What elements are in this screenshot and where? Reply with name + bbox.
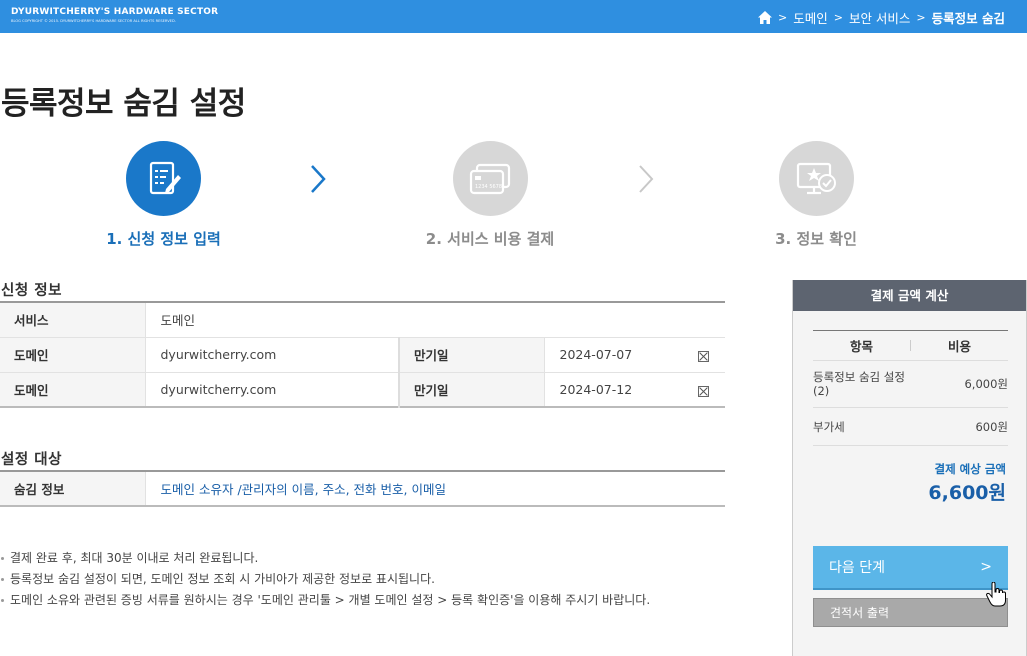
domain-value: dyurwitcherry.com (145, 337, 399, 373)
application-info-table: 서비스 도메인 도메인 dyurwitcherry.com 만기일 2024-0… (0, 301, 725, 408)
application-info-title: 신청 정보 (1, 283, 62, 299)
print-quote-button[interactable]: 견적서 출력 (813, 598, 1008, 627)
step-3-label: 3. 정보 확인 (775, 230, 857, 248)
hide-info-value: 도메인 소유자 /관리자의 이름, 주소, 전화 번호, 이메일 (160, 482, 446, 497)
payment-summary-title: 결제 금액 계산 (793, 280, 1026, 311)
cost-item-value: 6,000원 (964, 377, 1008, 391)
breadcrumb-item-domain[interactable]: 도메인 (793, 8, 828, 27)
expiry-value: 2024-07-07 (559, 347, 633, 362)
top-bar: DYURWITCHERRY'S HARDWARE SECTOR BLOG COP… (0, 0, 1027, 33)
expiry-label: 만기일 (398, 337, 545, 373)
cost-row: 부가세 600원 (813, 408, 1008, 446)
service-value: 도메인 (145, 302, 725, 338)
next-step-label: 다음 단계 (829, 560, 885, 576)
domain-value: dyurwitcherry.com (160, 381, 277, 397)
monitor-check-icon (796, 162, 836, 194)
expiry-cell: 2024-07-07 (544, 337, 725, 373)
table-row: 도메인 dyurwitcherry.com 만기일 2024-07-07 (0, 337, 725, 373)
cost-table: 항목 비용 등록정보 숨김 설정(2) 6,000원 부가세 600원 (813, 330, 1008, 446)
notice-item: 도메인 소유와 관련된 증빙 서류를 원하시는 경우 '도메인 관리툴 > 개별… (0, 590, 650, 611)
table-row: 숨김 정보 도메인 소유자 /관리자의 이름, 주소, 전화 번호, 이메일 (0, 471, 725, 506)
service-label: 서비스 (0, 302, 146, 338)
step-1: 1. 신청 정보 입력 (96, 141, 231, 249)
logo-subtitle: BLOG COPYRIGHT © 2015. DYURWITCHERRY'S H… (11, 19, 176, 23)
step-arrow-icon (639, 165, 654, 193)
step-1-circle (126, 141, 201, 216)
col-cost: 비용 (947, 339, 971, 354)
print-quote-label: 견적서 출력 (830, 606, 890, 620)
expiry-cell: 2024-07-12 (544, 372, 725, 407)
notice-item: 결제 완료 후, 최대 30분 이내로 처리 완료됩니다. (0, 548, 650, 569)
cost-item-value: 600원 (975, 419, 1008, 434)
step-3: 3. 정보 확인 (756, 141, 876, 249)
cost-item-name: 부가세 (813, 419, 845, 434)
breadcrumb-item-current: 등록정보 숨김 (931, 11, 1005, 26)
table-row: 서비스 도메인 (0, 302, 725, 338)
next-step-button[interactable]: 다음 단계 > (813, 546, 1008, 590)
table-row: 도메인 dyurwitcherry.com 만기일 2024-07-12 (0, 372, 725, 407)
target-table: 숨김 정보 도메인 소유자 /관리자의 이름, 주소, 전화 번호, 이메일 (0, 470, 725, 507)
step-2-circle: 1234 5678 (452, 141, 528, 216)
breadcrumb-separator: > (916, 11, 926, 24)
page-title: 등록정보 숨김 설정 (1, 86, 246, 122)
hand-cursor-icon (986, 582, 1006, 607)
site-logo[interactable]: DYURWITCHERRY'S HARDWARE SECTOR BLOG COP… (11, 7, 218, 23)
close-icon[interactable] (698, 351, 709, 362)
breadcrumb-separator: > (833, 11, 843, 24)
expiry-value: 2024-07-12 (559, 381, 633, 397)
breadcrumb-separator: > (777, 11, 788, 24)
notice-list: 결제 완료 후, 최대 30분 이내로 처리 완료됩니다. 등록정보 숨김 설정… (0, 548, 650, 611)
breadcrumb-item-security[interactable]: 보안 서비스 (849, 8, 910, 27)
notice-item: 등록정보 숨김 설정이 되면, 도메인 정보 조회 시 가비아가 제공한 정보로… (0, 569, 650, 590)
close-icon[interactable] (698, 385, 709, 397)
chevron-right-icon: > (980, 559, 992, 575)
col-item: 항목 (849, 339, 873, 354)
step-arrow-icon (311, 165, 326, 193)
credit-card-icon: 1234 5678 (469, 163, 511, 194)
total-value: 6,600원 (928, 482, 1006, 504)
breadcrumb: > 도메인 > 보안 서비스 > 등록정보 숨김 (757, 8, 1005, 27)
form-edit-icon (149, 161, 181, 194)
cost-row: 등록정보 숨김 설정(2) 6,000원 (813, 361, 1008, 408)
step-2: 1234 5678 2. 서비스 비용 결제 (420, 141, 560, 249)
domain-label: 도메인 (0, 337, 146, 373)
home-icon[interactable] (757, 11, 772, 24)
target-title: 설정 대상 (1, 452, 62, 468)
svg-text:1234 5678: 1234 5678 (475, 184, 502, 190)
step-3-circle (778, 141, 854, 216)
step-2-label: 2. 서비스 비용 결제 (425, 230, 555, 248)
step-1-label: 1. 신청 정보 입력 (106, 230, 221, 248)
expiry-label: 만기일 (398, 372, 545, 407)
total-label: 결제 예상 금액 (934, 462, 1007, 476)
cost-item-name: 등록정보 숨김 설정(2) (813, 370, 905, 398)
cost-table-header: 항목 비용 (813, 331, 1008, 361)
domain-label: 도메인 (0, 372, 146, 407)
hide-info-label: 숨김 정보 (0, 471, 146, 506)
logo-title: DYURWITCHERRY'S HARDWARE SECTOR (11, 7, 219, 17)
